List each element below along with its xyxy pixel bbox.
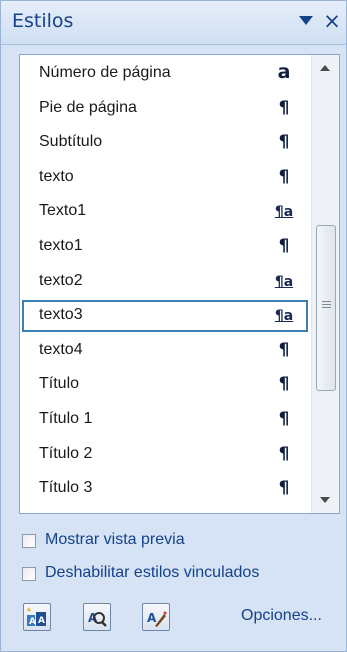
show-preview-checkbox[interactable] xyxy=(22,534,36,548)
new-style-icon: A A xyxy=(27,607,46,627)
svg-text:A: A xyxy=(29,617,36,627)
character-style-icon: a xyxy=(277,61,291,83)
style-name: texto4 xyxy=(39,341,83,358)
pane-title: Estilos xyxy=(12,10,74,32)
linked-style-icon: ¶a xyxy=(274,274,294,290)
style-item-selected[interactable]: texto3 ¶a xyxy=(22,300,308,332)
style-item[interactable]: texto1 ¶ xyxy=(22,231,308,263)
style-name: Texto1 xyxy=(39,202,87,219)
style-list: Número de página a Pie de página ¶ Subtítulo… xyxy=(20,55,310,513)
paragraph-style-icon: ¶ xyxy=(278,340,290,360)
dropdown-arrow-icon[interactable] xyxy=(299,16,313,25)
style-name: Título 2 xyxy=(39,445,93,462)
style-name: Título 3 xyxy=(39,479,93,496)
style-name: Título xyxy=(39,375,80,392)
scroll-thumb[interactable] xyxy=(316,225,336,391)
paragraph-style-icon: ¶ xyxy=(278,478,290,498)
paragraph-style-icon: ¶ xyxy=(278,236,290,256)
paragraph-style-icon: ¶ xyxy=(278,167,290,187)
paragraph-style-icon: ¶ xyxy=(278,409,290,429)
paragraph-style-icon: ¶ xyxy=(278,132,290,152)
manage-styles-icon: A xyxy=(147,611,167,627)
new-style-button[interactable]: A A xyxy=(23,603,51,631)
style-inspector-button[interactable]: A xyxy=(83,603,111,631)
show-preview-label: Mostrar vista previa xyxy=(45,531,185,548)
style-item[interactable]: texto4 ¶ xyxy=(22,335,308,367)
style-name: texto xyxy=(39,168,74,185)
disable-linked-styles-checkbox[interactable] xyxy=(22,567,36,581)
style-name: Subtítulo xyxy=(39,133,103,150)
styles-pane: Estilos × Número de página a Pie de página… xyxy=(0,0,347,652)
svg-text:A: A xyxy=(38,616,45,626)
style-name: texto3 xyxy=(39,306,83,323)
svg-text:A: A xyxy=(147,611,157,625)
style-item[interactable]: Texto1 ¶a xyxy=(22,196,308,228)
style-name: Título 1 xyxy=(39,410,93,427)
scroll-down-button[interactable] xyxy=(312,485,339,513)
close-icon[interactable]: × xyxy=(322,9,342,33)
style-item[interactable]: Título 2 ¶ xyxy=(22,439,308,471)
style-name: texto1 xyxy=(39,237,83,254)
style-list-frame: Número de página a Pie de página ¶ Subtítulo… xyxy=(19,54,340,514)
pane-title-bar: Estilos × xyxy=(1,1,346,45)
paragraph-style-icon: ¶ xyxy=(278,444,290,464)
style-item[interactable]: Pie de página ¶ xyxy=(22,93,308,125)
linked-style-icon: ¶a xyxy=(274,308,294,324)
style-item[interactable]: Número de página a xyxy=(22,58,308,90)
manage-styles-button[interactable]: A xyxy=(142,603,170,631)
paragraph-style-icon: ¶ xyxy=(278,374,290,394)
scroll-up-button[interactable] xyxy=(312,55,339,83)
style-item[interactable]: Título 3 ¶ xyxy=(22,473,308,505)
options-link[interactable]: Opciones... xyxy=(241,607,322,625)
style-name: texto2 xyxy=(39,272,83,289)
style-inspector-icon: A xyxy=(88,611,107,627)
style-item[interactable]: Título 1 ¶ xyxy=(22,404,308,436)
style-name: Pie de página xyxy=(39,99,137,116)
style-item[interactable]: Título ¶ xyxy=(22,369,308,401)
style-item[interactable]: texto ¶ xyxy=(22,162,308,194)
disable-linked-styles-label: Deshabilitar estilos vinculados xyxy=(45,564,260,581)
arrow-down-icon xyxy=(320,497,330,503)
style-name: Número de página xyxy=(39,64,171,81)
paragraph-style-icon: ¶ xyxy=(278,98,290,118)
vertical-scrollbar[interactable] xyxy=(311,55,339,513)
grip-icon xyxy=(322,301,331,310)
arrow-up-icon xyxy=(320,65,330,71)
style-item[interactable]: texto2 ¶a xyxy=(22,266,308,298)
linked-style-icon: ¶a xyxy=(274,204,294,220)
style-item[interactable]: Subtítulo ¶ xyxy=(22,127,308,159)
